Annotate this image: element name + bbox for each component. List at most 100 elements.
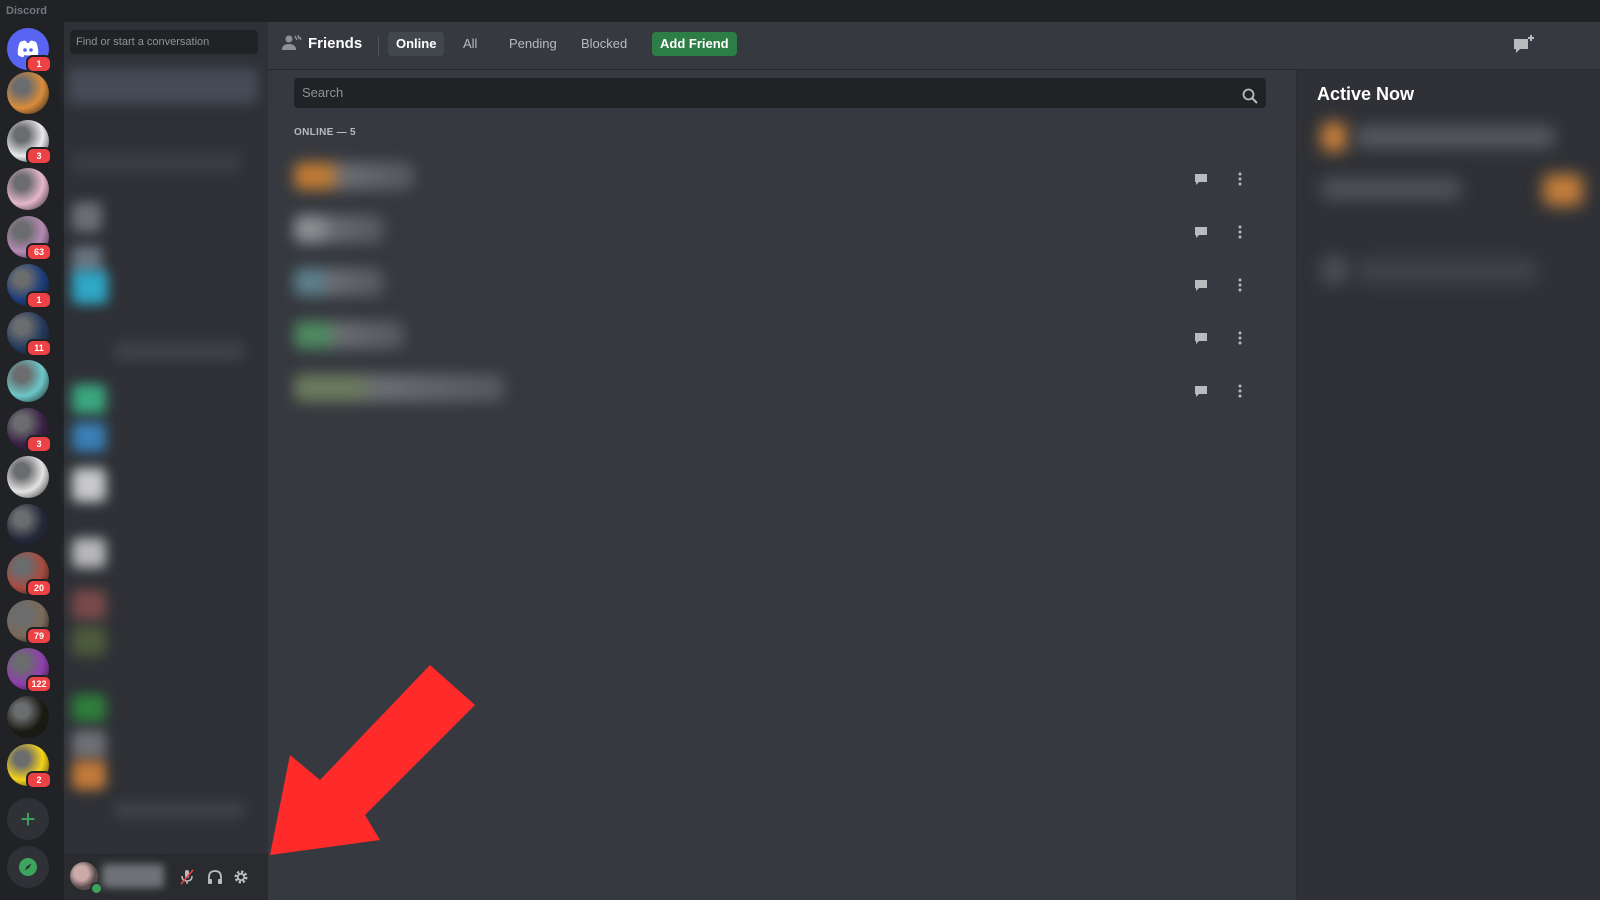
more-vertical-icon — [1238, 225, 1242, 239]
online-count-label: ONLINE — 5 — [294, 127, 356, 138]
unread-badge: 2 — [26, 771, 52, 789]
unread-badge: 1 — [26, 55, 52, 73]
server-rail: 1 3 63 1 11 3 20 79 122 2 + — [0, 22, 64, 900]
dm-item[interactable] — [72, 270, 108, 304]
search-icon — [1242, 85, 1258, 115]
dm-item[interactable] — [114, 342, 244, 360]
unread-badge: 122 — [26, 675, 52, 693]
server-avatar — [7, 72, 49, 114]
message-button[interactable] — [1188, 166, 1214, 192]
active-now-title: Active Now — [1317, 84, 1415, 104]
active-activity-card[interactable] — [1321, 178, 1461, 200]
header-divider — [378, 36, 379, 56]
compass-icon — [7, 846, 49, 888]
add-server-button[interactable]: + — [7, 798, 49, 840]
app-title: Discord — [6, 5, 47, 17]
username-blurred[interactable] — [102, 864, 164, 888]
friend-identity-blurred — [294, 374, 504, 402]
active-activity-icon — [1543, 174, 1583, 206]
user-panel — [64, 854, 268, 900]
tab-all[interactable]: All — [455, 32, 485, 56]
friend-row[interactable] — [294, 366, 1266, 418]
more-options-button[interactable] — [1227, 219, 1253, 245]
friend-row[interactable] — [294, 207, 1266, 259]
server-icon-7[interactable] — [7, 360, 49, 402]
dm-search-input[interactable]: Find or start a conversation — [70, 30, 258, 54]
message-button[interactable] — [1188, 219, 1214, 245]
server-icon-6[interactable]: 11 — [7, 312, 52, 357]
friend-row[interactable] — [294, 260, 1266, 312]
dm-sidebar: Find or start a conversation — [64, 22, 268, 900]
message-button[interactable] — [1188, 272, 1214, 298]
dm-item[interactable] — [72, 384, 106, 414]
dm-item[interactable] — [72, 468, 106, 502]
dm-item[interactable] — [72, 152, 242, 172]
server-icon-4[interactable]: 63 — [7, 216, 52, 261]
dm-item[interactable] — [72, 626, 106, 656]
user-settings-button[interactable] — [230, 866, 252, 888]
explore-servers-button[interactable] — [7, 846, 49, 888]
dm-item[interactable] — [72, 694, 106, 722]
message-button[interactable] — [1188, 325, 1214, 351]
server-avatar — [7, 168, 49, 210]
friends-search-input[interactable]: Search — [294, 78, 1266, 108]
message-button[interactable] — [1188, 378, 1214, 404]
title-bar: Discord — [0, 0, 1600, 22]
message-icon — [1195, 173, 1207, 185]
server-icon-13[interactable]: 122 — [7, 648, 52, 693]
dm-item[interactable] — [72, 730, 106, 760]
new-group-dm-button[interactable] — [1512, 34, 1536, 61]
server-avatar — [7, 504, 49, 546]
server-avatar — [7, 696, 49, 738]
more-options-button[interactable] — [1227, 325, 1253, 351]
friend-row[interactable] — [294, 313, 1266, 365]
more-options-button[interactable] — [1227, 378, 1253, 404]
more-options-button[interactable] — [1227, 272, 1253, 298]
add-friend-button[interactable]: Add Friend — [652, 32, 737, 56]
friends-header: Friends Online All Pending Blocked Add F… — [268, 22, 1600, 70]
headphones-icon — [208, 870, 222, 884]
message-icon — [1195, 226, 1207, 238]
tab-pending[interactable]: Pending — [501, 32, 565, 56]
dm-item[interactable] — [72, 760, 106, 790]
active-activity-card[interactable] — [1355, 126, 1555, 148]
annotation-arrow — [270, 665, 475, 855]
friend-row[interactable] — [294, 154, 1266, 206]
dm-item[interactable] — [72, 202, 102, 232]
server-icon-2[interactable]: 3 — [7, 120, 52, 165]
page-title: Friends — [308, 35, 363, 52]
mute-microphone-button[interactable] — [176, 866, 198, 888]
server-icon-12[interactable]: 79 — [7, 600, 52, 645]
more-vertical-icon — [1238, 172, 1242, 186]
friend-identity-blurred — [294, 162, 414, 190]
server-icon-5[interactable]: 1 — [7, 264, 52, 309]
unread-badge: 79 — [26, 627, 52, 645]
server-icon-11[interactable]: 20 — [7, 552, 52, 597]
dm-item-friends[interactable] — [68, 68, 258, 104]
tab-online[interactable]: Online — [388, 32, 445, 56]
server-icon-15[interactable]: 2 — [7, 744, 52, 789]
server-icon-9[interactable] — [7, 456, 49, 498]
dm-item[interactable] — [72, 590, 106, 620]
microphone-icon — [180, 869, 194, 885]
dm-item[interactable] — [72, 538, 106, 568]
unread-badge: 3 — [26, 435, 52, 453]
server-icon-10[interactable] — [7, 504, 49, 546]
active-activity-avatar[interactable] — [1321, 122, 1347, 152]
home-server-button[interactable]: 1 — [7, 28, 52, 73]
server-icon-8[interactable]: 3 — [7, 408, 52, 453]
dm-item[interactable] — [72, 422, 106, 452]
search-placeholder: Search — [302, 85, 344, 100]
unread-badge: 63 — [26, 243, 52, 261]
dm-item[interactable] — [114, 802, 244, 818]
active-activity-avatar[interactable] — [1321, 256, 1349, 284]
deafen-button[interactable] — [204, 866, 226, 888]
server-icon-14[interactable] — [7, 696, 49, 738]
more-options-button[interactable] — [1227, 166, 1253, 192]
server-avatar — [7, 360, 49, 402]
active-activity-card[interactable] — [1357, 258, 1537, 284]
gear-icon — [234, 870, 248, 884]
server-icon-3[interactable] — [7, 168, 49, 210]
tab-blocked[interactable]: Blocked — [573, 32, 635, 56]
server-icon-1[interactable] — [7, 72, 49, 114]
